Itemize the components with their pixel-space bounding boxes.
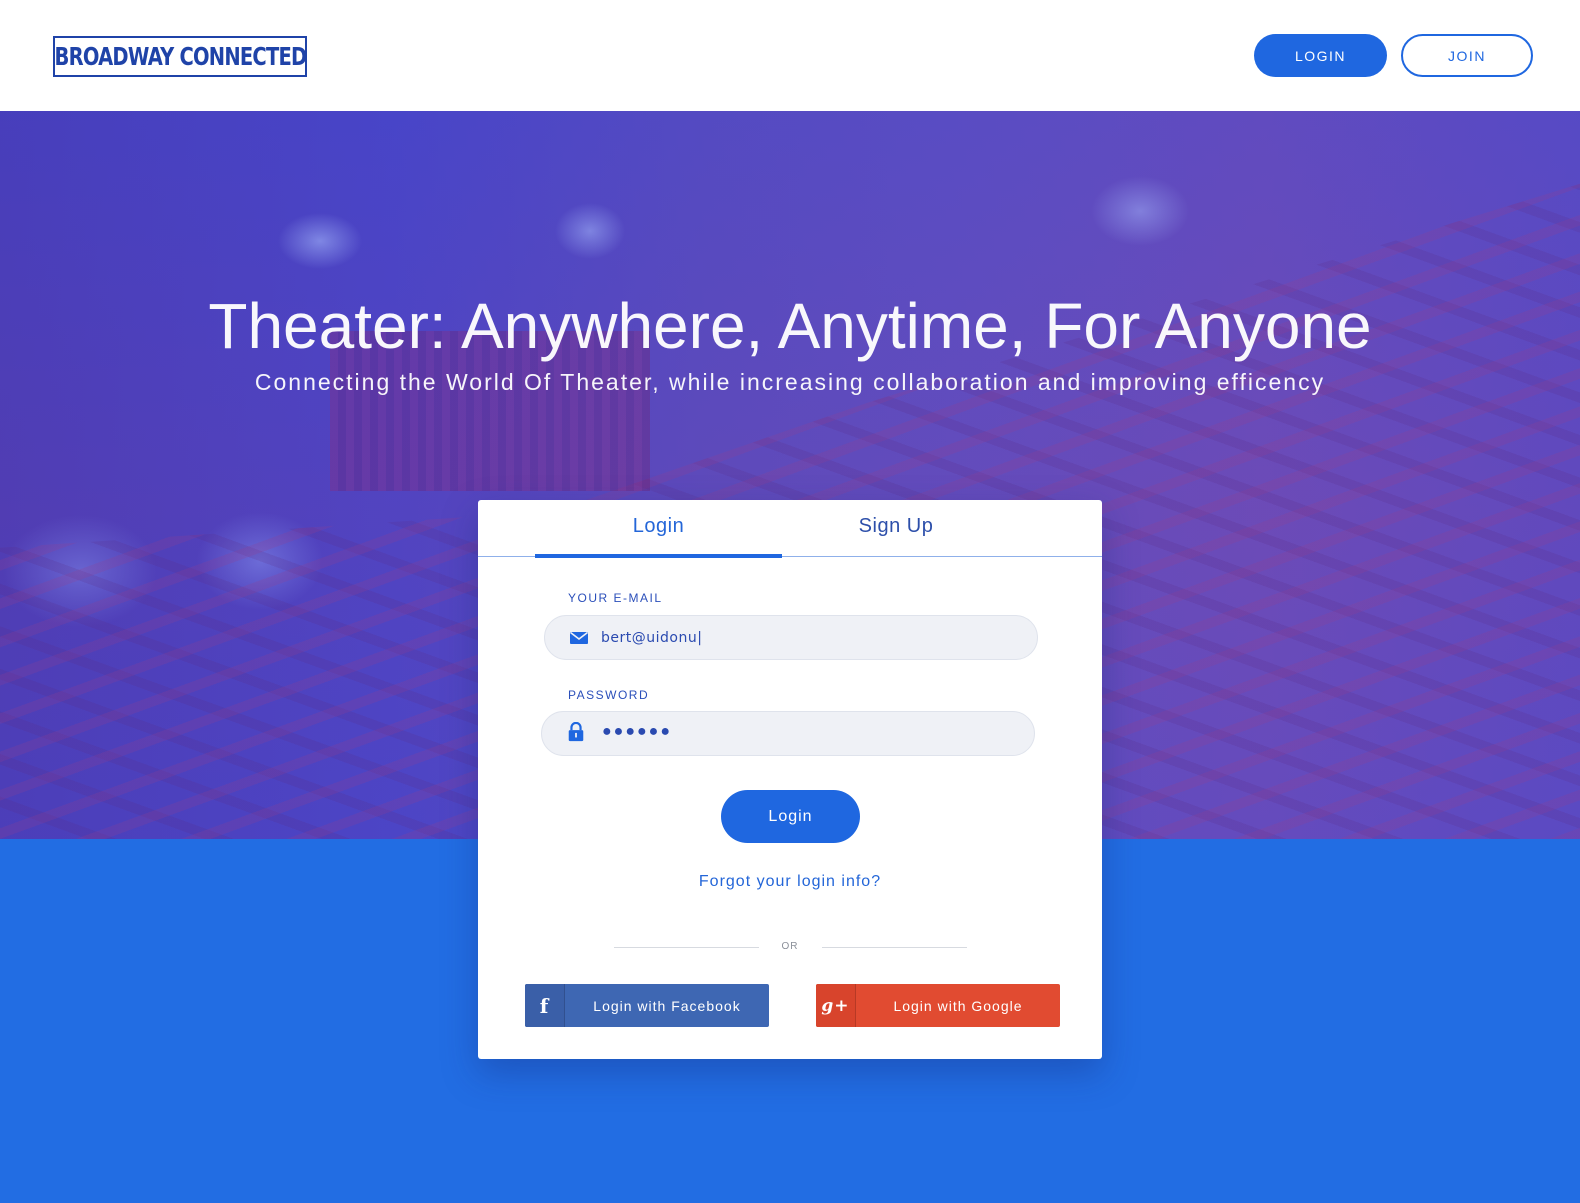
email-label: YOUR E-MAIL (568, 591, 663, 605)
hero-subtitle: Connecting the World Of Theater, while i… (254, 369, 1326, 395)
password-field[interactable]: ●●●●●● (541, 711, 1035, 756)
google-login-label: Login with Google (893, 997, 1023, 1014)
or-divider-right (822, 947, 967, 948)
top-navbar: BROADWAY CONNECTED LOGIN JOIN (0, 0, 1580, 111)
forgot-login-link[interactable]: Forgot your login info? (478, 873, 1102, 891)
password-label: PASSWORD (568, 688, 650, 702)
auth-tabs: Login Sign Up (478, 500, 1102, 558)
tab-login[interactable]: Login (535, 515, 782, 538)
google-login-button[interactable]: g+ Login with Google (816, 984, 1060, 1027)
header-login-button[interactable]: LOGIN (1254, 34, 1387, 77)
google-plus-icon: g+ (816, 984, 856, 1027)
email-input[interactable] (601, 626, 1021, 650)
header-join-button[interactable]: JOIN (1401, 34, 1533, 77)
hero-title: Theater: Anywhere, Anytime, For Anyone (208, 290, 1372, 362)
envelope-icon (570, 631, 588, 644)
facebook-icon: f (525, 984, 565, 1027)
login-submit-button[interactable]: Login (721, 790, 860, 843)
active-tab-indicator (535, 554, 782, 558)
password-input[interactable]: ●●●●●● (602, 723, 672, 741)
login-card: Login Sign Up YOUR E-MAIL PASSWORD ●●●●●… (478, 500, 1102, 1059)
email-field[interactable] (544, 615, 1038, 660)
logo-text: BROADWAY CONNECTED (54, 42, 307, 71)
facebook-login-label: Login with Facebook (593, 997, 741, 1014)
or-divider-text: OR (781, 941, 799, 952)
broadway-connected-logo[interactable]: BROADWAY CONNECTED (53, 36, 307, 77)
tab-sign-up[interactable]: Sign Up (782, 515, 1010, 538)
facebook-login-button[interactable]: f Login with Facebook (525, 984, 769, 1027)
lock-icon (568, 722, 584, 742)
